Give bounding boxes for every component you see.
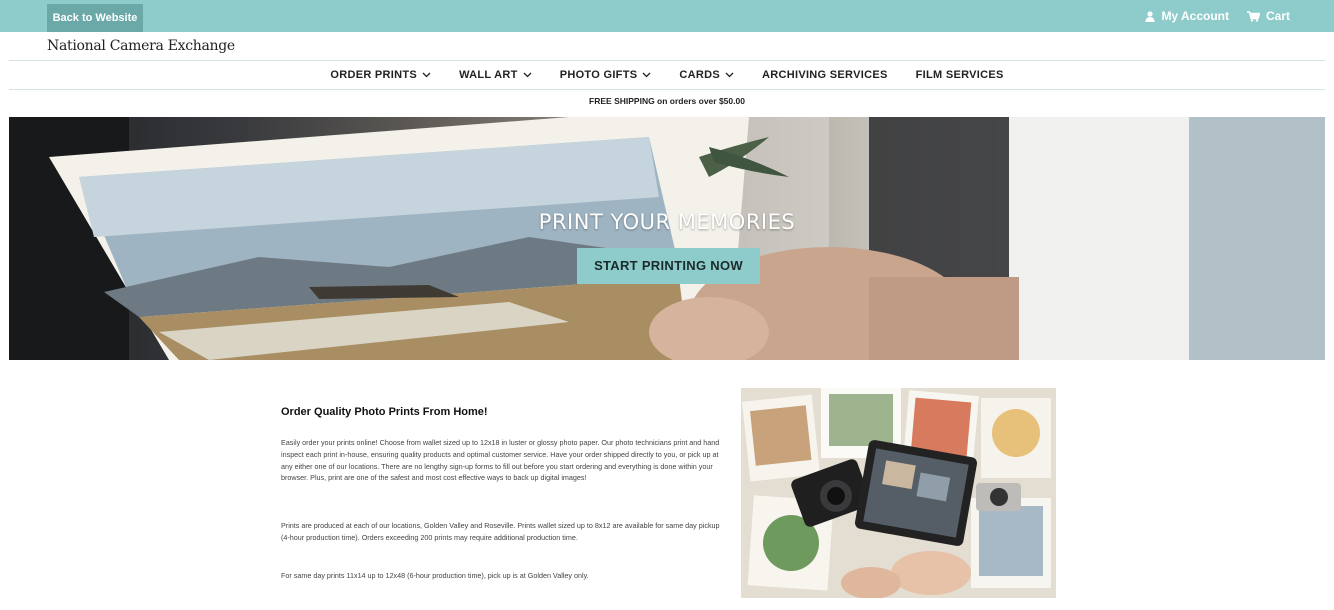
content-heading: Order Quality Photo Prints From Home!: [281, 406, 488, 418]
cart-link[interactable]: Cart: [1246, 0, 1290, 32]
content-paragraph: For same day prints 11x14 up to 12x48 (6…: [281, 571, 589, 580]
nav-item-order-prints[interactable]: ORDER PRINTS: [316, 69, 445, 81]
content-paragraph: Prints are produced at each of our locat…: [281, 521, 720, 542]
chevron-down-icon: [725, 72, 734, 78]
back-to-website-button[interactable]: Back to Website: [47, 4, 143, 32]
content-paragraph: Easily order your prints online! Choose …: [281, 438, 720, 483]
nav-item-label: FILM SERVICES: [915, 69, 1004, 81]
nav-item-wall-art[interactable]: WALL ART: [445, 69, 546, 81]
start-printing-button[interactable]: START PRINTING NOW: [577, 248, 760, 284]
main-nav: ORDER PRINTS WALL ART PHOTO GIFTS CARDS …: [0, 61, 1334, 89]
hero-photo-image: [9, 117, 1325, 360]
collage-illustration: [741, 388, 1056, 598]
nav-item-archiving-services[interactable]: ARCHIVING SERVICES: [748, 69, 902, 81]
nav-item-label: ORDER PRINTS: [330, 69, 418, 81]
my-account-label: My Account: [1161, 9, 1229, 23]
brand-logo[interactable]: National Camera Exchange: [47, 38, 235, 54]
photo-collage-image: [741, 388, 1056, 598]
shipping-banner: FREE SHIPPING on orders over $50.00: [589, 96, 745, 106]
nav-item-film-services[interactable]: FILM SERVICES: [902, 69, 1018, 81]
top-bar: Back to Website My Account Cart: [0, 0, 1334, 32]
nav-item-label: WALL ART: [459, 69, 518, 81]
nav-item-photo-gifts[interactable]: PHOTO GIFTS: [546, 69, 666, 81]
nav-item-label: CARDS: [679, 69, 720, 81]
my-account-link[interactable]: My Account: [1145, 0, 1229, 32]
user-icon: [1145, 10, 1155, 22]
nav-item-cards[interactable]: CARDS: [665, 69, 748, 81]
cart-icon: [1246, 10, 1260, 22]
hero-banner: PRINT YOUR MEMORIES START PRINTING NOW: [9, 117, 1325, 360]
cart-label: Cart: [1265, 9, 1290, 23]
chevron-down-icon: [642, 72, 651, 78]
nav-item-label: PHOTO GIFTS: [559, 69, 638, 81]
hero-title: PRINT YOUR MEMORIES: [538, 210, 796, 234]
nav-divider-bottom: [9, 89, 1325, 90]
chevron-down-icon: [422, 72, 431, 78]
chevron-down-icon: [523, 72, 532, 78]
nav-item-label: ARCHIVING SERVICES: [761, 69, 888, 81]
